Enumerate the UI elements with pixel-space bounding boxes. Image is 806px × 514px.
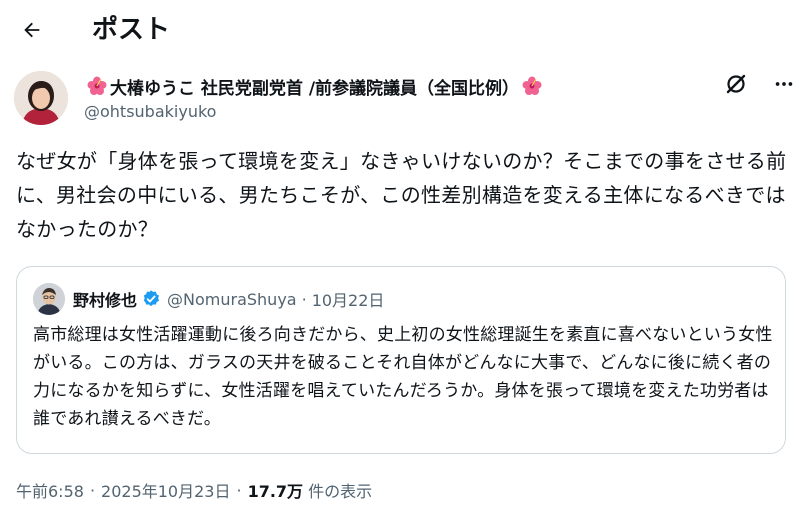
grok-button[interactable] — [722, 70, 750, 98]
hibiscus-icon — [522, 76, 542, 95]
arrow-left-icon — [24, 22, 40, 38]
page-title: ポスト — [92, 15, 171, 45]
views-label: 件の表示 — [308, 482, 373, 501]
post-meta: 午前6:58 · 2025年10月23日 · 17.7万 件の表示 — [16, 478, 372, 502]
back-button[interactable] — [16, 14, 48, 46]
quoted-author-name[interactable]: 野村修也 — [73, 287, 137, 311]
more-horizontal-icon — [775, 82, 793, 86]
views-count[interactable]: 17.7万 — [248, 478, 303, 502]
avatar-photo — [33, 283, 65, 315]
separator-dot: · — [301, 289, 307, 309]
post-body-text: なぜ女が「身体を張って環境を変え」なきゃいけないのか？そこまでの事をさせる前に、… — [16, 149, 787, 241]
post-time[interactable]: 午前6:58 — [16, 478, 84, 502]
more-options-button[interactable] — [770, 70, 798, 98]
author-avatar[interactable] — [14, 71, 68, 125]
avatar-photo — [14, 71, 68, 125]
separator-dot: · — [236, 480, 242, 500]
hibiscus-icon — [87, 76, 107, 95]
page-header: ポスト — [0, 0, 806, 60]
author-handle[interactable]: @ohtsubakiyuko — [84, 102, 216, 121]
post-actions-top — [722, 70, 798, 98]
quoted-post-header: 野村修也 @NomuraShuya · 10月22日 — [73, 287, 384, 311]
quoted-author-avatar[interactable] — [33, 283, 65, 315]
quoted-author-handle: @NomuraShuya — [167, 289, 297, 309]
grok-icon — [726, 74, 746, 94]
verified-badge-icon — [143, 290, 160, 307]
author-name-row[interactable]: 大椿ゆうこ 社民党副党首 /前参議院議員（全国比例） — [84, 72, 545, 100]
post-date[interactable]: 2025年10月23日 — [101, 478, 230, 502]
author-name[interactable]: 大椿ゆうこ 社民党副党首 /前参議院議員（全国比例） — [110, 74, 519, 99]
quoted-post-card[interactable]: 野村修也 @NomuraShuya · 10月22日 高市総理は女性活躍運動に後… — [16, 266, 786, 454]
quoted-post-text: 高市総理は女性活躍運動に後ろ向きだから、史上初の女性総理誕生を素直に喜べないとい… — [33, 325, 773, 429]
quoted-post-date[interactable]: 10月22日 — [312, 287, 385, 311]
separator-dot: · — [89, 480, 96, 500]
